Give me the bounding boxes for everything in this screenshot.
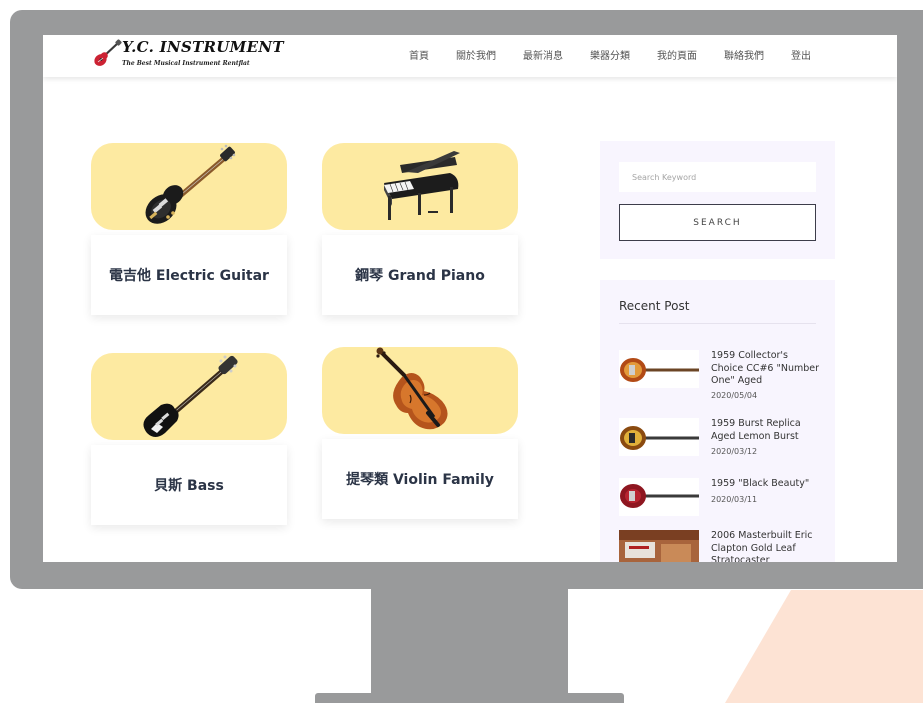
divider xyxy=(619,323,816,324)
category-card-image xyxy=(91,143,287,230)
post-title[interactable]: 1959 Burst Replica Aged Lemon Burst xyxy=(711,418,823,443)
category-label[interactable]: 鋼琴 Grand Piano xyxy=(355,265,485,285)
decorative-background-shape xyxy=(725,590,923,703)
category-card-image xyxy=(322,347,518,434)
nav-item-contact[interactable]: 聯絡我們 xyxy=(724,47,764,62)
category-label[interactable]: 貝斯 Bass xyxy=(154,475,224,495)
nav-item-news[interactable]: 最新消息 xyxy=(523,47,563,62)
monitor-stand-neck xyxy=(371,589,568,693)
post-date: 2020/03/11 xyxy=(711,495,758,504)
category-card-caption: 電吉他 Electric Guitar xyxy=(91,235,287,315)
nav-item-about[interactable]: 關於我們 xyxy=(456,47,496,62)
violin-icon xyxy=(376,347,448,430)
site-header: Y.C. INSTRUMENT The Best Musical Instrum… xyxy=(43,35,897,77)
main-nav: 首頁 關於我們 最新消息 樂器分類 我的頁面 聯絡我們 登出 xyxy=(409,47,811,62)
category-label[interactable]: 提琴類 Violin Family xyxy=(346,469,494,489)
category-label[interactable]: 電吉他 Electric Guitar xyxy=(109,265,269,285)
post-title[interactable]: 1959 Collector's Choice CC#6 "Number One… xyxy=(711,350,823,388)
category-card-caption: 鋼琴 Grand Piano xyxy=(322,235,518,315)
category-card-grand-piano[interactable]: 鋼琴 Grand Piano xyxy=(322,143,518,315)
nav-item-my-page[interactable]: 我的頁面 xyxy=(657,47,697,62)
post-title[interactable]: 2006 Masterbuilt Eric Clapton Gold Leaf … xyxy=(711,530,823,562)
nav-item-logout[interactable]: 登出 xyxy=(791,47,811,62)
category-card-bass[interactable]: 貝斯 Bass xyxy=(91,353,287,525)
brand-logo-text[interactable]: Y.C. INSTRUMENT xyxy=(122,38,284,56)
brand-tagline: The Best Musical Instrument Rentflat xyxy=(122,60,250,67)
category-card-caption: 提琴類 Violin Family xyxy=(322,439,518,519)
post-title[interactable]: 1959 "Black Beauty" xyxy=(711,478,823,491)
category-card-image xyxy=(322,143,518,230)
grand-piano-icon xyxy=(384,151,460,220)
logo-guitar-icon xyxy=(94,39,122,66)
search-widget: SEARCH xyxy=(600,141,835,259)
post-thumbnail[interactable] xyxy=(619,478,699,516)
search-input[interactable] xyxy=(619,162,816,192)
bass-guitar-icon xyxy=(143,355,238,437)
monitor-stand-base xyxy=(315,693,624,703)
category-card-violin[interactable]: 提琴類 Violin Family xyxy=(322,347,518,519)
category-card-image xyxy=(91,353,287,440)
nav-item-categories[interactable]: 樂器分類 xyxy=(590,47,630,62)
post-thumbnail[interactable] xyxy=(619,350,699,388)
post-thumbnail[interactable] xyxy=(619,530,699,562)
category-card-electric-guitar[interactable]: 電吉他 Electric Guitar xyxy=(91,143,287,315)
search-button[interactable]: SEARCH xyxy=(619,204,816,241)
post-thumbnail[interactable] xyxy=(619,418,699,456)
post-date: 2020/03/12 xyxy=(711,447,758,456)
recent-posts-widget: Recent Post 1959 Collector's Choice CC#6… xyxy=(600,280,835,562)
website-screen: Y.C. INSTRUMENT The Best Musical Instrum… xyxy=(43,35,897,562)
recent-posts-title: Recent Post xyxy=(619,299,690,313)
category-card-caption: 貝斯 Bass xyxy=(91,445,287,525)
post-date: 2020/05/04 xyxy=(711,391,758,400)
electric-guitar-icon xyxy=(145,144,236,224)
nav-item-home[interactable]: 首頁 xyxy=(409,47,429,62)
